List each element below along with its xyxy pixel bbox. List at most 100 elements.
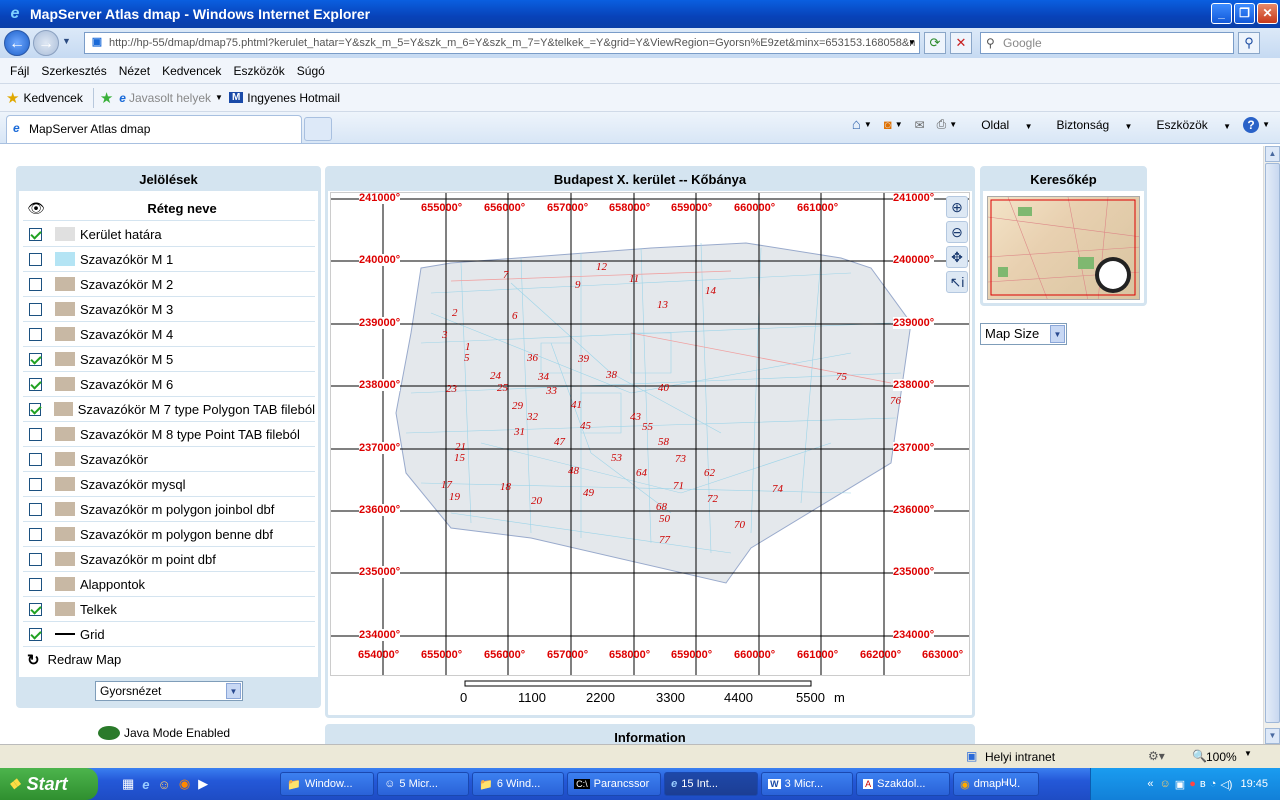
ie-icon[interactable]: e (142, 777, 149, 792)
feeds-icon[interactable]: ◙ (884, 117, 892, 132)
layer-row: Szavazókör M 2 (23, 272, 315, 297)
taskbar-item-wind[interactable]: 📁 6 Wind... (472, 772, 565, 796)
desktop-icon[interactable]: ▦ (122, 776, 134, 792)
menu-file[interactable]: Fájl (10, 64, 29, 78)
layer-checkbox[interactable] (29, 602, 42, 616)
stop-button[interactable]: ✕ (950, 32, 972, 54)
messenger-tray-icon[interactable]: ☺ (1160, 778, 1171, 790)
redraw-map-row[interactable]: ↻ Redraw Map (23, 647, 315, 672)
zoom-out-tool[interactable]: ⊖ (946, 221, 968, 243)
scroll-thumb[interactable] (1265, 163, 1280, 723)
map-canvas[interactable]: 241000° 241000° 240000° 240000° 239000° 23900… (330, 192, 970, 676)
media-player-icon[interactable]: ▶ (198, 776, 208, 792)
grid-x-label-top: 660000° (734, 202, 776, 214)
map-size-select[interactable]: Map Size ▼ (980, 323, 1067, 345)
tab-mapserver[interactable]: e MapServer Atlas dmap (6, 115, 302, 143)
layer-checkbox[interactable] (29, 452, 42, 466)
zoom-icon: 🔍 (1192, 749, 1207, 763)
layer-name: Szavazókör m polygon benne dbf (80, 526, 273, 542)
layer-checkbox[interactable] (29, 302, 42, 316)
dropdown-icon[interactable]: ▼ (1262, 120, 1270, 129)
keymap-image[interactable] (987, 196, 1140, 300)
antivirus-icon[interactable]: ● (1189, 778, 1196, 790)
layer-checkbox[interactable] (29, 252, 42, 266)
identify-tool[interactable]: ↖i (946, 271, 968, 293)
layer-checkbox[interactable] (29, 577, 42, 591)
zoom-in-tool[interactable]: ⊕ (946, 196, 968, 218)
taskbar-item-int[interactable]: e 15 Int... (664, 772, 759, 796)
taskbar-item-micr2[interactable]: W3 Micr... (761, 772, 854, 796)
console-icon: C:\ (574, 779, 590, 789)
tray-chevron-icon[interactable]: « (1147, 778, 1153, 790)
add-favorite-button[interactable]: ★ (100, 89, 113, 107)
district-number: 50 (659, 513, 670, 525)
search-button[interactable]: ⚲ (1238, 32, 1260, 54)
wifi-icon[interactable]: ◔ (1210, 778, 1217, 790)
taskbar-item-windows[interactable]: 📁 Window... (280, 772, 375, 796)
clock[interactable]: 19:45 (1240, 778, 1268, 790)
layer-checkbox[interactable] (29, 527, 42, 541)
layer-checkbox[interactable] (29, 502, 42, 516)
layer-checkbox[interactable] (29, 627, 42, 641)
address-dropdown-icon[interactable]: ▼ (908, 38, 916, 47)
menu-view[interactable]: Nézet (119, 64, 150, 78)
zoom-dropdown-icon[interactable]: ▼ (1244, 749, 1252, 758)
minimize-button[interactable]: _ (1211, 3, 1232, 24)
hotmail-link[interactable]: M Ingyenes Hotmail (228, 91, 340, 105)
back-button[interactable]: ← (4, 30, 30, 56)
layer-checkbox[interactable] (29, 377, 42, 391)
district-number: 64 (636, 467, 647, 479)
close-button[interactable]: ✕ (1257, 3, 1278, 24)
history-dropdown-icon[interactable]: ▼ (62, 36, 71, 46)
page-menu[interactable]: Oldal ▼ (969, 118, 1032, 132)
dropdown-icon[interactable]: ▼ (949, 120, 957, 129)
volume-icon[interactable]: ◁) (1220, 778, 1232, 791)
network-icon[interactable]: ▣ (1175, 778, 1185, 791)
view-select[interactable]: Gyorsnézet ▼ (95, 681, 243, 701)
tab-page-icon: e (13, 121, 20, 135)
taskbar-item-szakdol[interactable]: A Szakdol... (856, 772, 951, 796)
taskbar-item-parancssor[interactable]: C:\ Parancssor (567, 772, 662, 796)
refresh-button[interactable]: ⟳ (924, 32, 946, 54)
protected-mode-icon[interactable]: ⚙▾ (1148, 749, 1165, 763)
start-button[interactable]: ❖ Start (0, 768, 98, 800)
menu-edit[interactable]: Szerkesztés (41, 64, 106, 78)
scroll-up-icon[interactable]: ▲ (1265, 146, 1280, 162)
favorites-button[interactable]: ★ Kedvencek (6, 89, 83, 107)
taskbar-item-micr1[interactable]: ☺ 5 Micr... (377, 772, 470, 796)
print-icon[interactable]: ⎙ (937, 117, 947, 132)
layer-checkbox[interactable] (29, 427, 42, 441)
home-icon[interactable]: ⌂ (852, 116, 861, 133)
suggested-sites-link[interactable]: e Javasolt helyek ▼ (119, 91, 223, 105)
search-input[interactable]: Google (980, 32, 1234, 54)
layer-checkbox[interactable] (29, 277, 42, 291)
layer-checkbox[interactable] (29, 227, 42, 241)
maximize-button[interactable]: ❐ (1234, 3, 1255, 24)
pan-tool[interactable]: ✥ (946, 246, 968, 268)
firefox-icon[interactable]: ◉ (179, 776, 190, 792)
language-indicator[interactable]: HU (1001, 777, 1017, 789)
taskbar-item-dmap[interactable]: ◉ dmap - ... (953, 772, 1040, 796)
messenger-icon[interactable]: ☺ (158, 777, 171, 792)
layer-checkbox[interactable] (29, 477, 42, 491)
vertical-scrollbar[interactable]: ▲ ▼ (1263, 146, 1280, 744)
zoom-level[interactable]: 100% (1206, 750, 1237, 764)
layer-checkbox[interactable] (29, 352, 42, 366)
menu-tools[interactable]: Eszközök (233, 64, 284, 78)
layer-checkbox[interactable] (29, 402, 42, 416)
layer-checkbox[interactable] (29, 327, 42, 341)
new-tab-button[interactable] (304, 117, 332, 141)
dropdown-icon[interactable]: ▼ (895, 120, 903, 129)
menu-favorites[interactable]: Kedvencek (162, 64, 221, 78)
safety-menu[interactable]: Biztonság ▼ (1044, 118, 1132, 132)
layer-checkbox[interactable] (29, 552, 42, 566)
mail-icon[interactable]: ✉ (915, 118, 925, 132)
dropdown-icon[interactable]: ▼ (864, 120, 872, 129)
forward-button[interactable]: → (33, 30, 59, 56)
bluetooth-icon[interactable]: ʙ (1200, 778, 1206, 790)
tools-menu[interactable]: Eszközök ▼ (1144, 118, 1231, 132)
help-icon[interactable]: ? (1243, 116, 1260, 133)
menu-help[interactable]: Súgó (297, 64, 325, 78)
address-field[interactable]: ▣ http://hp-55/dmap/dmap75.phtml?kerulet… (84, 32, 920, 54)
scroll-down-icon[interactable]: ▼ (1265, 728, 1280, 744)
